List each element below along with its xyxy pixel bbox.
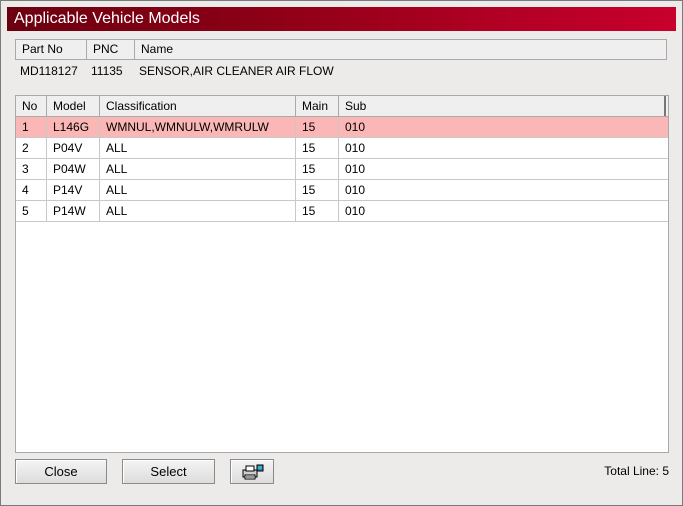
cell-sub: 010 [345, 162, 366, 176]
cell-no: 5 [16, 201, 47, 221]
cell-no: 4 [16, 180, 47, 200]
cell-main: 15 [296, 117, 339, 137]
column-header-no[interactable]: No [16, 96, 47, 116]
table-row[interactable]: 3 P04W ALL 15 010 [16, 159, 668, 180]
select-button[interactable]: Select [122, 459, 215, 484]
cell-sub: 010 [345, 141, 366, 155]
table-rows: 1 L146G WMNUL,WMNULW,WMRULW 15 010 2 P04… [16, 117, 668, 222]
cell-classification: ALL [100, 159, 296, 179]
column-header-classification[interactable]: Classification [100, 96, 296, 116]
table-row[interactable]: 4 P14V ALL 15 010 [16, 180, 668, 201]
header-part-no[interactable]: Part No [16, 40, 87, 59]
part-info-row: MD118127 11135 SENSOR,AIR CLEANER AIR FL… [15, 61, 665, 81]
table-header: No Model Classification Main Sub [16, 96, 668, 117]
cell-no: 1 [16, 117, 47, 137]
pnc-value: 11135 [91, 64, 123, 78]
part-name-value: SENSOR,AIR CLEANER AIR FLOW [139, 64, 334, 78]
cell-classification: ALL [100, 180, 296, 200]
cell-sub: 010 [345, 183, 366, 197]
column-header-sub[interactable]: Sub [339, 96, 666, 116]
header-pnc[interactable]: PNC [87, 40, 135, 59]
printer-icon [242, 464, 264, 480]
title-bar[interactable]: Applicable Vehicle Models [7, 7, 676, 31]
column-header-model[interactable]: Model [47, 96, 100, 116]
cell-model: P04W [47, 159, 100, 179]
cell-no: 3 [16, 159, 47, 179]
cell-classification: ALL [100, 201, 296, 221]
table-row[interactable]: 1 L146G WMNUL,WMNULW,WMRULW 15 010 [16, 117, 668, 138]
cell-model: L146G [47, 117, 100, 137]
print-button[interactable] [230, 459, 274, 484]
total-line-label: Total Line: 5 [604, 464, 669, 478]
cell-no: 2 [16, 138, 47, 158]
cell-main: 15 [296, 201, 339, 221]
applicable-vehicle-models-window: Applicable Vehicle Models Part No PNC Na… [0, 0, 683, 506]
vehicle-models-table[interactable]: No Model Classification Main Sub 1 L146G… [15, 95, 669, 453]
cell-main: 15 [296, 159, 339, 179]
window-title: Applicable Vehicle Models [14, 10, 200, 27]
cell-sub: 010 [345, 120, 366, 134]
part-info-header: Part No PNC Name [15, 39, 667, 60]
part-no-value: MD118127 [20, 64, 78, 78]
header-name[interactable]: Name [135, 40, 666, 59]
column-header-main[interactable]: Main [296, 96, 339, 116]
cell-classification: ALL [100, 138, 296, 158]
cell-main: 15 [296, 180, 339, 200]
table-row[interactable]: 5 P14W ALL 15 010 [16, 201, 668, 222]
cell-classification: WMNUL,WMNULW,WMRULW [100, 117, 296, 137]
cell-main: 15 [296, 138, 339, 158]
cell-model: P04V [47, 138, 100, 158]
cell-sub: 010 [345, 204, 366, 218]
cell-model: P14V [47, 180, 100, 200]
table-row[interactable]: 2 P04V ALL 15 010 [16, 138, 668, 159]
close-button[interactable]: Close [15, 459, 107, 484]
cell-model: P14W [47, 201, 100, 221]
